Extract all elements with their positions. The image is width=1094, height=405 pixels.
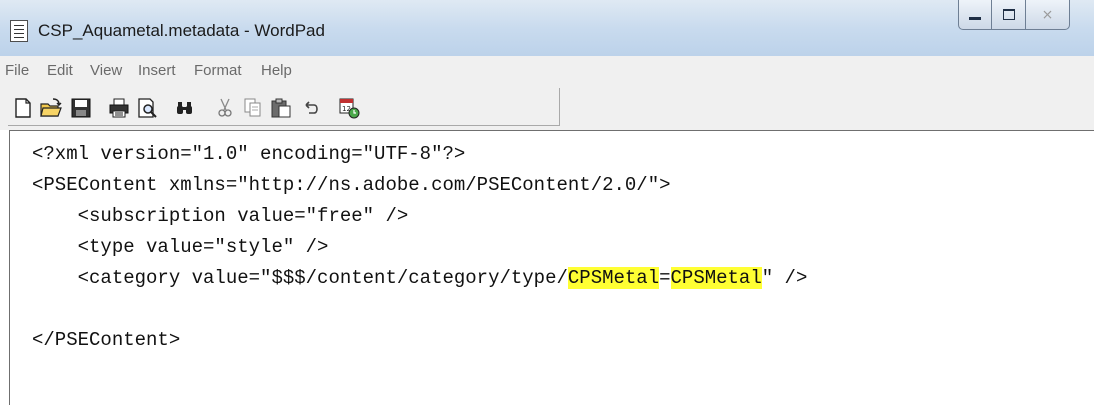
print-icon[interactable] [108,97,130,119]
save-icon[interactable] [70,97,92,119]
type-line: <type value="style" /> [32,236,329,258]
new-document-icon[interactable] [12,97,34,119]
maximize-button[interactable] [992,0,1026,30]
menu-insert[interactable]: Insert [138,62,176,79]
highlighted-text: CPSMetal [567,267,660,289]
category-line: <category value="$$$/content/category/ty… [32,267,807,289]
wordpad-app-icon[interactable] [10,20,28,42]
window-controls: ⨯ [958,0,1070,34]
close-button[interactable]: ⨯ [1026,0,1070,30]
minimize-button[interactable] [958,0,992,30]
psecontent-close-line: </PSEContent> [32,329,181,351]
menu-file[interactable]: File [5,62,29,79]
close-icon: ⨯ [1041,6,1054,23]
window-title: CSP_Aquametal.metadata - WordPad [38,21,325,40]
paste-icon[interactable] [270,97,292,119]
menu-bar: File Edit View Insert Format Help [0,56,1094,87]
find-icon[interactable] [174,97,196,119]
menu-view[interactable]: View [90,62,122,79]
open-folder-icon[interactable] [40,97,62,119]
category-line-prefix: <category value="$$$/content/category/ty… [32,267,568,289]
maximize-icon [1002,9,1015,20]
xml-declaration-line: <?xml version="1.0" encoding="UTF-8"?> [32,143,466,165]
toolbar: 12 [0,86,1094,130]
title-bar[interactable]: CSP_Aquametal.metadata - WordPad ⨯ [0,0,1094,56]
minimize-icon [969,17,981,20]
wordpad-window: CSP_Aquametal.metadata - WordPad ⨯ File … [0,0,1094,405]
cut-icon[interactable] [214,97,236,119]
print-preview-icon[interactable] [136,97,158,119]
undo-icon[interactable] [300,97,322,119]
menu-help[interactable]: Help [261,62,292,79]
category-equals: = [659,267,671,289]
menu-format[interactable]: Format [194,62,242,79]
document-area[interactable]: <?xml version="1.0" encoding="UTF-8"?> <… [9,130,1094,405]
category-line-suffix: " /> [761,267,808,289]
insert-date-time-icon[interactable]: 12 [338,97,360,119]
psecontent-open-line: <PSEContent xmlns="http://ns.adobe.com/P… [32,174,671,196]
toolbar-group: 12 [8,88,560,126]
highlighted-text: CPSMetal [670,267,762,289]
menu-edit[interactable]: Edit [47,62,73,79]
copy-icon[interactable] [242,97,264,119]
subscription-line: <subscription value="free" /> [32,205,409,227]
